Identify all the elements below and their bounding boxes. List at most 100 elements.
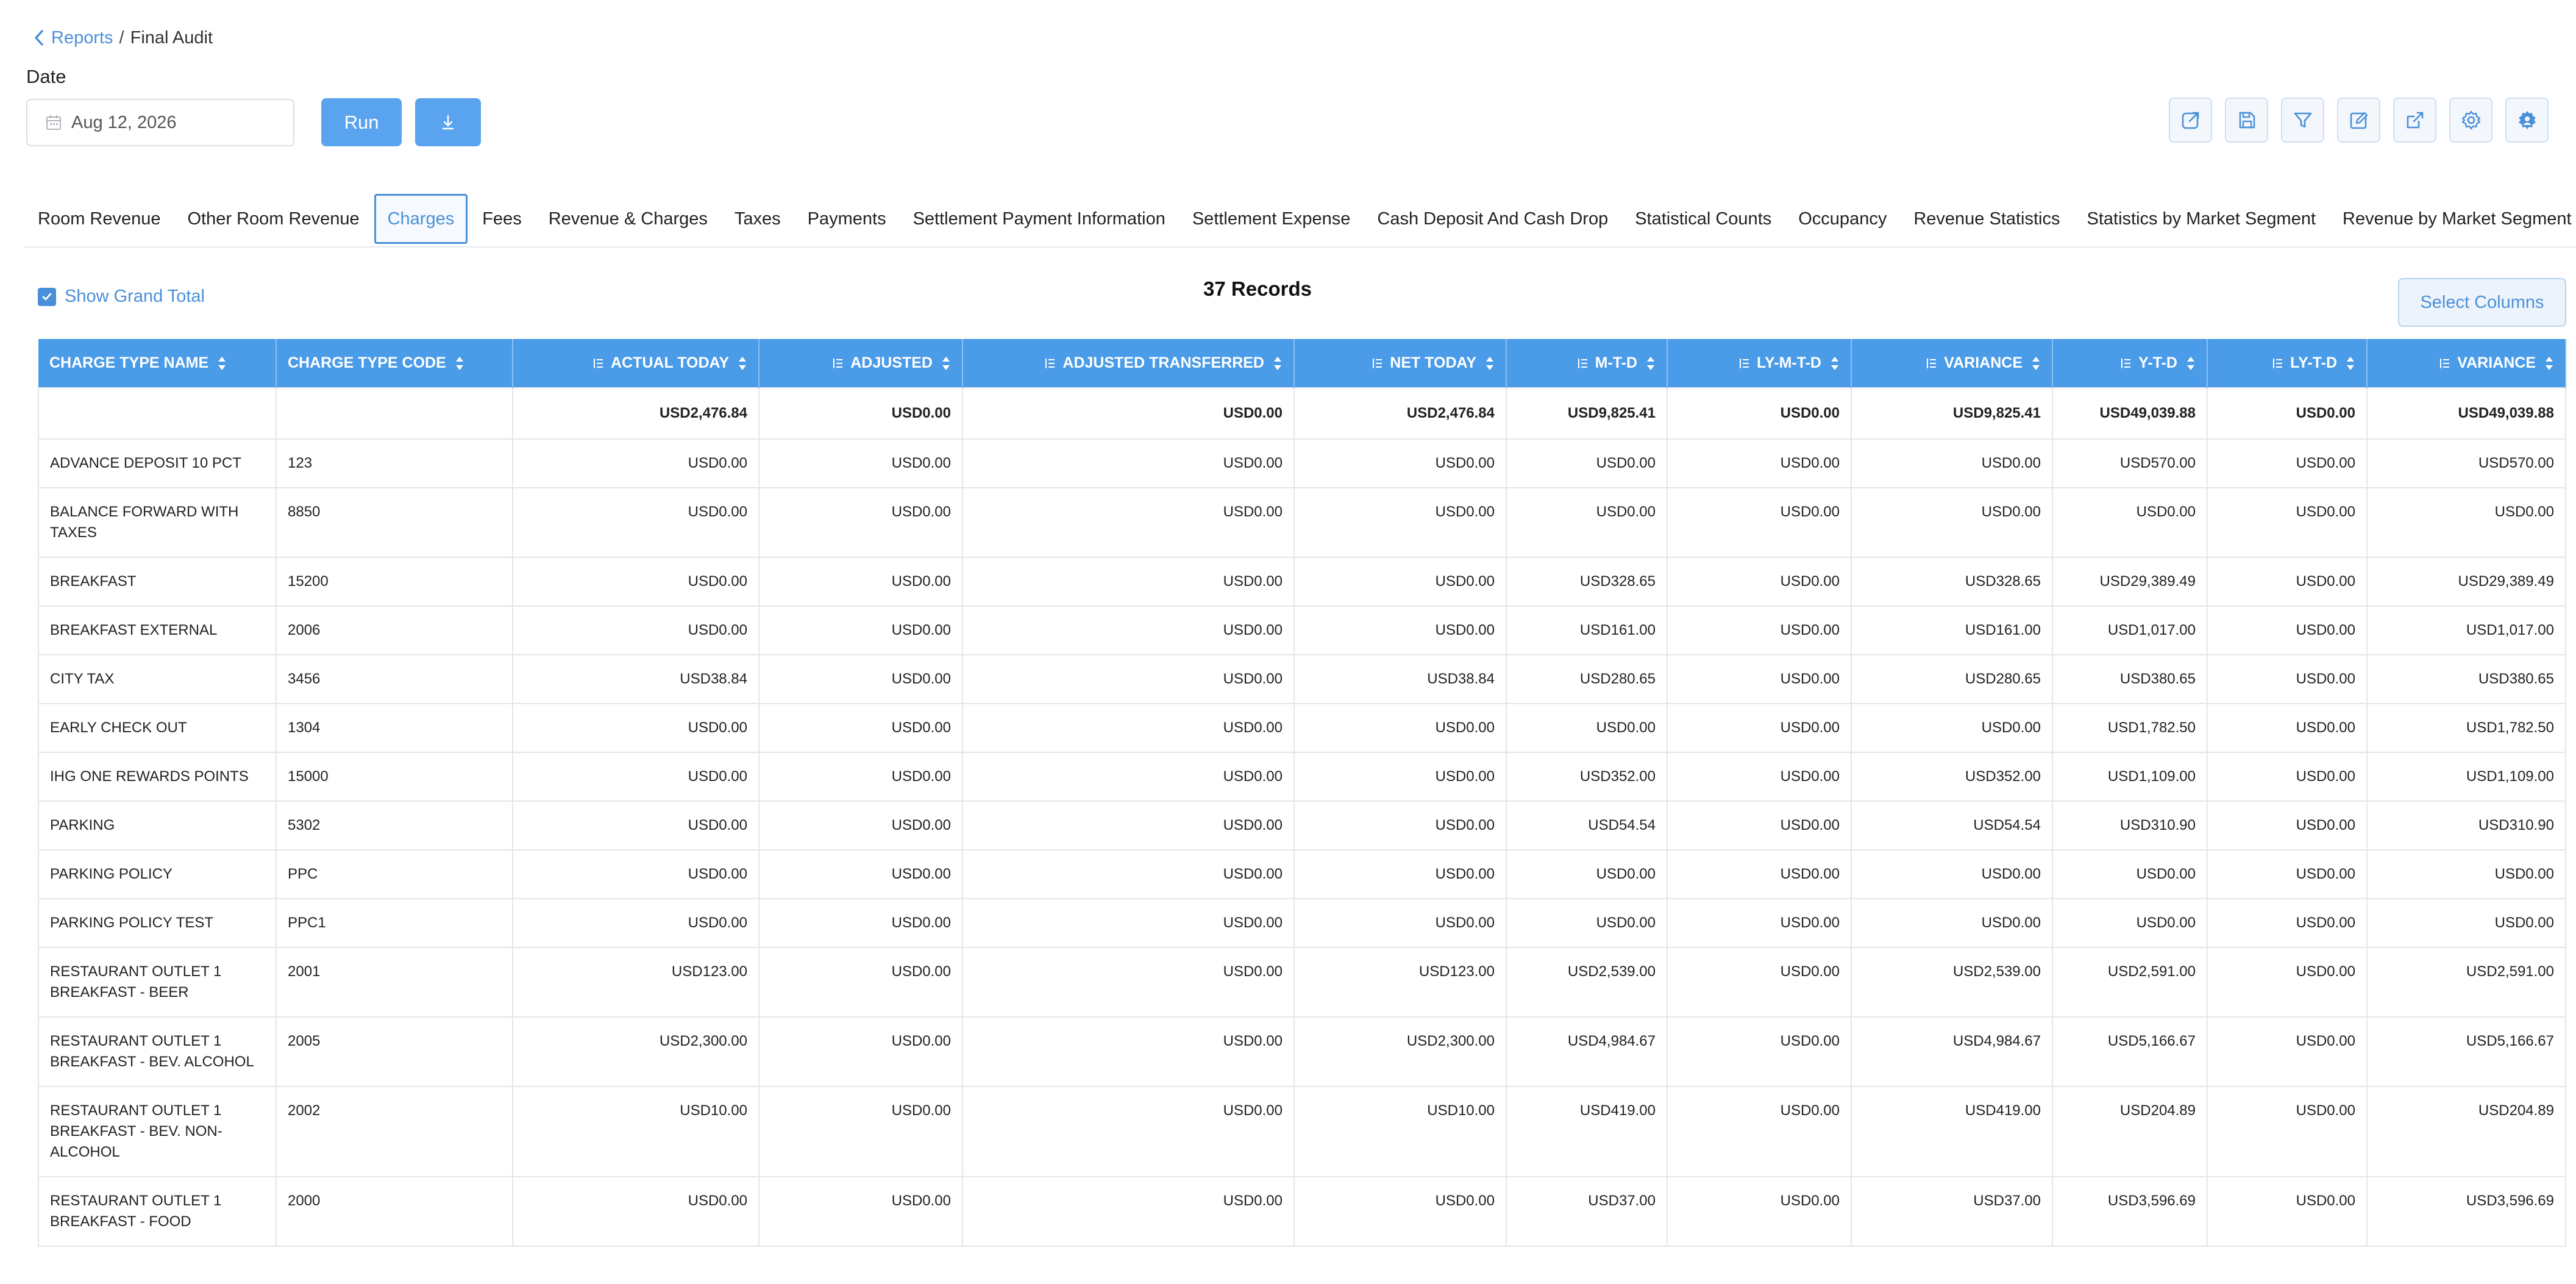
- sort-icon[interactable]: [1830, 355, 1840, 371]
- tab-settlement-payment-information[interactable]: Settlement Payment Information: [900, 194, 1179, 244]
- table-cell: BALANCE FORWARD WITH TAXES: [38, 487, 277, 558]
- sort-icon[interactable]: [217, 355, 227, 371]
- table-cell: USD419.00: [1506, 1086, 1668, 1177]
- grand-total-cell: USD9,825.41: [1851, 387, 2053, 440]
- table-cell: USD1,109.00: [2366, 752, 2566, 802]
- tab-statistics-by-market-segment[interactable]: Statistics by Market Segment: [2074, 194, 2330, 244]
- table-cell: USD0.00: [1293, 1176, 1507, 1247]
- sort-icon[interactable]: [1646, 355, 1656, 371]
- column-options-icon[interactable]: [1372, 357, 1384, 370]
- tab-fees[interactable]: Fees: [469, 194, 535, 244]
- table-cell: PARKING: [38, 801, 277, 851]
- table-row: BREAKFAST EXTERNAL 2006 USD0.00 USD0.00 USD0…: [38, 605, 2566, 655]
- column-options-icon[interactable]: [1738, 357, 1751, 370]
- column-header-label: LY-T-D: [2290, 354, 2337, 371]
- table-cell: USD380.65: [2366, 654, 2566, 704]
- filter-button[interactable]: [2281, 98, 2324, 143]
- column-header-actual-today[interactable]: ACTUAL TODAY: [513, 339, 760, 388]
- table-cell: USD280.65: [1506, 654, 1668, 704]
- column-header-net-today[interactable]: NET TODAY: [1294, 339, 1507, 388]
- sort-icon[interactable]: [1273, 355, 1283, 371]
- show-grand-total-checkbox[interactable]: Show Grand Total: [38, 287, 205, 307]
- table-cell: USD0.00: [758, 898, 963, 948]
- table-cell: CITY TAX: [38, 654, 277, 704]
- tab-room-revenue[interactable]: Room Revenue: [24, 194, 174, 244]
- table-cell: RESTAURANT OUTLET 1 BREAKFAST - FOOD: [38, 1176, 277, 1247]
- sort-icon[interactable]: [455, 355, 464, 371]
- tab-occupancy[interactable]: Occupancy: [1785, 194, 1900, 244]
- sort-icon[interactable]: [2346, 355, 2355, 371]
- date-picker-input[interactable]: Aug 12, 2026: [26, 99, 294, 146]
- sort-icon[interactable]: [2186, 355, 2196, 371]
- table-cell: USD0.00: [512, 898, 760, 948]
- table-cell: USD1,109.00: [2052, 752, 2208, 802]
- table-row: RESTAURANT OUTLET 1 BREAKFAST - BEER 2001…: [38, 947, 2566, 1018]
- table-cell: USD0.00: [962, 1016, 1295, 1087]
- save-button[interactable]: [2225, 98, 2268, 143]
- tab-revenue-statistics[interactable]: Revenue Statistics: [1900, 194, 2073, 244]
- column-header-ly-t-d[interactable]: LY-T-D: [2207, 339, 2368, 388]
- column-header-charge-type-name[interactable]: CHARGE TYPE NAME: [38, 339, 277, 388]
- column-options-icon[interactable]: [2272, 357, 2284, 370]
- column-header-adjusted[interactable]: ADJUSTED: [759, 339, 963, 388]
- column-header-adjusted-transferred[interactable]: ADJUSTED TRANSFERRED: [962, 339, 1295, 388]
- sort-icon[interactable]: [941, 355, 951, 371]
- table-cell: USD204.89: [2366, 1086, 2566, 1177]
- table-cell: USD0.00: [1667, 1016, 1852, 1087]
- tab-other-room-revenue[interactable]: Other Room Revenue: [174, 194, 373, 244]
- table-cell: PARKING POLICY: [38, 849, 277, 899]
- table-cell: USD0.00: [1667, 703, 1852, 753]
- breadcrumb-reports-link[interactable]: Reports: [51, 28, 113, 48]
- column-options-icon[interactable]: [592, 357, 605, 370]
- tab-revenue-charges[interactable]: Revenue & Charges: [535, 194, 721, 244]
- column-options-icon[interactable]: [2120, 357, 2132, 370]
- table-cell: 2002: [276, 1086, 513, 1177]
- table-row: PARKING POLICY PPC USD0.00 USD0.00 USD0.00 US…: [38, 849, 2566, 899]
- column-options-icon[interactable]: [1577, 357, 1589, 370]
- table-row: RESTAURANT OUTLET 1 BREAKFAST - FOOD 2000…: [38, 1176, 2566, 1247]
- settings-button[interactable]: [2449, 98, 2492, 143]
- column-options-icon[interactable]: [2439, 357, 2451, 370]
- column-header-y-t-d[interactable]: Y-T-D: [2052, 339, 2208, 388]
- column-header-m-t-d[interactable]: M-T-D: [1506, 339, 1668, 388]
- column-header-charge-type-code[interactable]: CHARGE TYPE CODE: [276, 339, 513, 388]
- sort-icon[interactable]: [1485, 355, 1495, 371]
- tab-settlement-expense[interactable]: Settlement Expense: [1179, 194, 1364, 244]
- table-cell: USD0.00: [758, 752, 963, 802]
- table-cell: USD0.00: [2207, 1086, 2368, 1177]
- tab-cash-deposit-and-cash-drop[interactable]: Cash Deposit And Cash Drop: [1364, 194, 1621, 244]
- grand-total-cell: USD0.00: [962, 387, 1295, 440]
- tab-payments[interactable]: Payments: [794, 194, 900, 244]
- tab-taxes[interactable]: Taxes: [721, 194, 794, 244]
- run-button[interactable]: Run: [321, 98, 402, 146]
- table-cell: USD161.00: [1851, 605, 2053, 655]
- table-cell: EARLY CHECK OUT: [38, 703, 277, 753]
- share-button[interactable]: [2393, 98, 2436, 143]
- tab-revenue-by-market-segment[interactable]: Revenue by Market Segment: [2329, 194, 2576, 244]
- table-cell: USD0.00: [1667, 557, 1852, 607]
- sort-icon[interactable]: [2031, 355, 2041, 371]
- sort-icon[interactable]: [738, 355, 747, 371]
- select-columns-button[interactable]: Select Columns: [2398, 278, 2566, 327]
- table-cell: ADVANCE DEPOSIT 10 PCT: [38, 438, 277, 488]
- tab-statistical-counts[interactable]: Statistical Counts: [1621, 194, 1785, 244]
- column-header-ly-m-t-d[interactable]: LY-M-T-D: [1667, 339, 1852, 388]
- column-options-icon[interactable]: [1044, 357, 1056, 370]
- table-cell: 15000: [276, 752, 513, 802]
- table-cell: USD0.00: [2366, 487, 2566, 558]
- sort-icon[interactable]: [2544, 355, 2554, 371]
- grand-total-cell: USD0.00: [758, 387, 963, 440]
- column-header-variance[interactable]: VARIANCE: [1851, 339, 2053, 388]
- column-options-icon[interactable]: [832, 357, 844, 370]
- column-options-icon[interactable]: [1926, 357, 1938, 370]
- edit-button[interactable]: [2337, 98, 2380, 143]
- download-button[interactable]: [415, 98, 481, 146]
- chevron-left-icon[interactable]: [33, 27, 51, 49]
- open-report-button[interactable]: [2169, 98, 2212, 143]
- table-cell: USD0.00: [1293, 849, 1507, 899]
- tab-charges[interactable]: Charges: [374, 194, 468, 244]
- column-header-variance[interactable]: VARIANCE: [2367, 339, 2566, 388]
- table-cell: 8850: [276, 487, 513, 558]
- advanced-settings-button[interactable]: [2505, 98, 2549, 143]
- table-row: RESTAURANT OUTLET 1 BREAKFAST - BEV. ALC…: [38, 1016, 2566, 1087]
